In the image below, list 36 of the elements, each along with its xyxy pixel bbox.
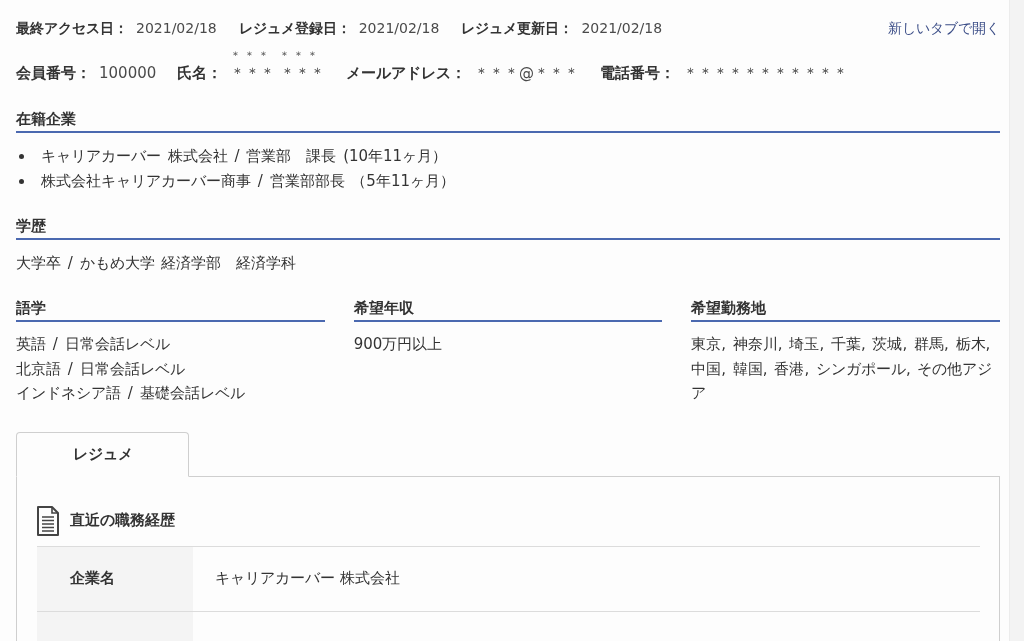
panel-heading: 直近の職務経歴	[70, 511, 175, 530]
section-text: 大学卒 / かもめ大学 経済学部 経済学科	[16, 253, 298, 274]
section-text: 英語 / 日常会話レベル	[16, 334, 171, 355]
field-label: 氏名：	[177, 63, 223, 83]
section-text: 900万円以上	[353, 334, 444, 355]
name-reading: ＊＊＊ ＊＊＊	[230, 49, 321, 63]
field-label: メールアドレス：	[346, 63, 467, 83]
field-value: 2021/02/18	[581, 19, 663, 38]
field-label: 電話番号：	[600, 63, 676, 83]
section-text: インドネシア語 / 基礎会話レベル	[16, 383, 246, 404]
bullet-icon	[19, 179, 24, 184]
section-heading: 希望年収	[353, 299, 414, 317]
field-label: 会員番号：	[16, 63, 91, 83]
field-value: ＊＊＊ ＊＊＊	[230, 63, 326, 83]
field-value: 2021/02/18	[358, 19, 440, 38]
field-label: レジュメ登録日：	[238, 19, 351, 38]
table-cell-text: キャリアカーバー 株式会社	[214, 568, 400, 589]
section-heading: 希望勤務地	[691, 299, 767, 317]
section-text: 東京, 神奈川, 埼玉, 千葉, 茨城, 群馬, 栃木, 中国, 韓国, 香港, シンガポール, その他アジア	[691, 334, 994, 404]
section-heading: 語学	[16, 299, 46, 317]
field-label: 最終アクセス日：	[16, 19, 128, 38]
section-heading: 在籍企業	[16, 110, 76, 128]
open-in-new-tab-link[interactable]: 新しいタブで開く	[888, 18, 1000, 38]
section-heading: 学歴	[16, 217, 46, 235]
section-text: 北京語 / 日常会話レベル	[16, 358, 186, 380]
table-header-cell: 企業名	[37, 546, 193, 611]
bullet-icon	[19, 154, 24, 159]
list-item-text: キャリアカーバー 株式会社 / 営業部 課長 (10年11ヶ月）	[41, 146, 448, 167]
field-value: 100000	[99, 63, 157, 83]
field-label: レジュメ更新日：	[461, 19, 574, 38]
document-icon	[37, 505, 59, 536]
field-value: 2021/02/18	[136, 19, 217, 38]
resume-tab[interactable]: レジュメ	[16, 431, 189, 477]
field-value: ＊＊＊@＊＊＊	[474, 63, 580, 83]
field-value: ＊＊＊＊＊＊＊＊＊＊＊	[683, 63, 849, 83]
list-item-text: 株式会社キャリアカーバー商事 / 営業部部長 （5年11ヶ月）	[41, 171, 455, 192]
